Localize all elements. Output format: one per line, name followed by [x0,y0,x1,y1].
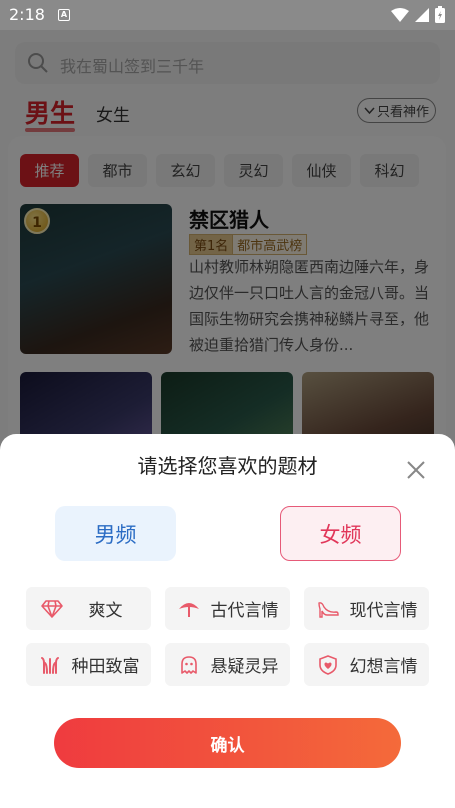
battery-icon [435,6,445,23]
genre-label: 现代言情 [349,601,418,621]
genre-option[interactable]: 悬疑灵异 [165,643,290,686]
genre-label: 古代言情 [210,601,279,621]
wheat-icon [40,656,59,674]
status-time: 2:18 [9,5,45,24]
wifi-icon [391,7,409,22]
genre-option[interactable]: 幻想言情 [304,643,429,686]
parasol-icon [178,602,199,617]
female-freq-button[interactable]: 女频 [280,506,401,561]
genre-option[interactable]: 种田致富 [26,643,151,686]
ghost-icon [180,655,197,674]
diamond-icon [40,599,63,618]
shield-heart-icon [318,654,337,675]
male-freq-button[interactable]: 男频 [55,506,176,561]
genre-label: 幻想言情 [349,657,418,677]
notification-icon: A [58,9,70,21]
system-icons [391,6,445,23]
genre-option[interactable]: 爽文 [26,587,151,630]
genre-label: 爽文 [88,601,123,621]
signal-icon [415,7,429,22]
high-heel-icon [317,601,339,618]
genre-label: 种田致富 [71,657,140,677]
sheet-title: 请选择您喜欢的题材 [137,454,318,478]
confirm-button[interactable]: 确认 [54,718,401,768]
genre-option[interactable]: 古代言情 [165,587,290,630]
genre-option[interactable]: 现代言情 [304,587,429,630]
genre-picker-sheet: 请选择您喜欢的题材 男频 女频 爽文 古代言情 现代言情 种田致富 悬疑灵异 幻… [0,434,455,808]
status-bar: 2:18 A [0,0,455,30]
genre-label: 悬疑灵异 [210,657,279,677]
close-icon[interactable] [404,458,428,482]
genre-grid: 爽文 古代言情 现代言情 种田致富 悬疑灵异 幻想言情 [26,587,430,686]
